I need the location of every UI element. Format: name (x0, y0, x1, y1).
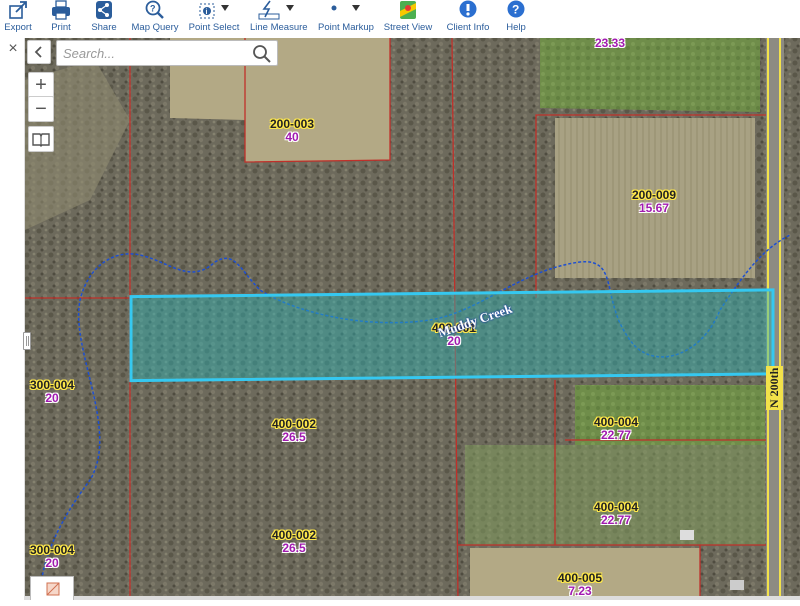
parcel-label: 200-003 40 (269, 117, 315, 144)
chevron-down-icon[interactable] (352, 5, 360, 11)
help-icon: ? (507, 0, 525, 18)
parcel-label: 400-002 26.5 (271, 417, 317, 444)
side-panel-strip (0, 38, 25, 600)
help-button[interactable]: ? Help (500, 0, 532, 38)
chevron-down-icon[interactable] (286, 5, 294, 11)
line-measure-icon (258, 0, 280, 20)
toolbar: Export Print Share ? Map Query i Point S… (0, 0, 800, 38)
client-info-button[interactable]: Client Info (444, 0, 492, 38)
export-button[interactable]: Export (2, 0, 34, 38)
point-markup-button[interactable]: Point Markup (318, 0, 374, 38)
chevron-down-icon[interactable] (221, 5, 229, 11)
book-icon (32, 133, 50, 147)
svg-text:?: ? (150, 4, 156, 14)
svg-text:?: ? (512, 3, 519, 17)
search-icon[interactable] (251, 43, 273, 65)
bookmarks-button[interactable] (28, 126, 54, 152)
print-label: Print (51, 22, 71, 33)
aerial-imagery (0, 38, 800, 600)
parcel-label: 400-004 22.77 (593, 500, 639, 527)
layers-icon (46, 582, 60, 596)
street-view-label: Street View (383, 22, 433, 33)
map-query-icon: ? (145, 0, 164, 19)
map-query-label: Map Query (131, 22, 179, 33)
street-view-icon (400, 1, 416, 19)
point-markup-label: Point Markup (318, 22, 374, 33)
minus-icon: − (35, 98, 47, 120)
parcel-label: 200-009 15.67 (631, 188, 677, 215)
print-button[interactable]: Print (44, 0, 78, 38)
parcel-label: 400-002 26.5 (271, 528, 317, 555)
svg-text:i: i (206, 9, 208, 16)
layer-toggle-button[interactable] (30, 576, 74, 600)
help-label: Help (506, 22, 526, 33)
line-measure-button[interactable]: Line Measure (250, 0, 308, 38)
point-markup-icon (331, 5, 337, 11)
panel-collapse-handle[interactable] (23, 332, 31, 350)
zoom-out-button[interactable]: − (28, 96, 54, 122)
map-canvas[interactable]: 23.33 200-003 40 200-009 15.67 400-001 20 3… (0, 38, 800, 600)
export-label: Export (4, 22, 32, 33)
plus-icon: + (35, 74, 47, 96)
parcel-label: 400-004 22.77 (593, 415, 639, 442)
parcel-label: 300-004 20 (29, 378, 75, 405)
point-select-button[interactable]: i Point Select (188, 0, 240, 38)
search-input[interactable] (63, 44, 243, 62)
print-icon (52, 0, 70, 20)
share-label: Share (91, 22, 117, 33)
client-info-label: Client Info (446, 22, 490, 33)
point-select-label: Point Select (188, 22, 240, 33)
bottom-panel (25, 596, 800, 600)
close-icon[interactable]: × (4, 40, 22, 58)
search-box (56, 40, 278, 66)
parcel-label: 300-004 20 (29, 543, 75, 570)
parcel-label: 23.33 (594, 38, 626, 50)
client-info-icon (459, 0, 477, 18)
chevron-left-icon (34, 46, 42, 58)
zoom-in-button[interactable]: + (28, 72, 54, 98)
parcel-label: 400-005 7.23 (557, 571, 603, 598)
line-measure-label: Line Measure (250, 22, 308, 33)
share-icon (96, 1, 112, 19)
map-query-button[interactable]: ? Map Query (130, 0, 180, 38)
point-select-icon: i (199, 3, 215, 19)
export-icon (9, 1, 27, 19)
share-button[interactable]: Share (88, 0, 120, 38)
road-label: N 200th (766, 365, 783, 410)
back-button[interactable] (27, 40, 51, 64)
street-view-button[interactable]: Street View (383, 0, 433, 38)
